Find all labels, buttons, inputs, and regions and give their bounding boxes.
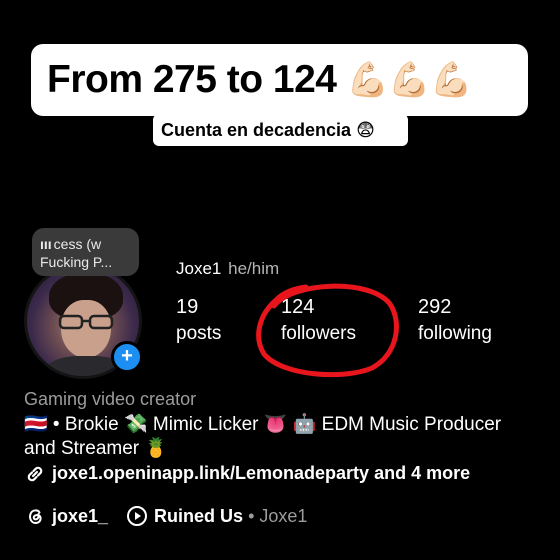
audio-bars-icon: ııı [40, 236, 52, 252]
glasses-shape [58, 314, 114, 330]
link-icon [27, 466, 43, 481]
profile-note-bubble[interactable]: ııı cess (w Fucking P... [32, 228, 139, 276]
username: Joxe1 [176, 259, 222, 278]
following-label: following [418, 323, 492, 344]
posts-label: posts [176, 323, 222, 344]
play-circle-icon [127, 506, 148, 526]
profile-link[interactable]: joxe1.openinapp.link/Lemonadeparty and 4… [24, 463, 470, 484]
threads-icon [29, 509, 42, 525]
subheadline-text: Cuenta en decadencia 😨 [161, 119, 375, 140]
headline-text: From 275 to 124 [47, 58, 337, 101]
following-stat[interactable]: 292 following [418, 295, 492, 349]
posts-stat[interactable]: 19 posts [176, 295, 221, 349]
following-count: 292 [418, 296, 452, 318]
flexed-biceps-emoji: 💪🏻💪🏻💪🏻 [346, 61, 472, 99]
music-separator: • [248, 505, 255, 526]
plus-icon[interactable]: + [111, 341, 143, 373]
music-title: Ruined Us [154, 505, 244, 526]
note-line-1: cess (w [53, 236, 102, 252]
link-text: joxe1.openinapp.link/Lemonadeparty and 4… [52, 463, 471, 483]
bio-line-2: and Streamer 🍍 [24, 438, 169, 459]
profile-bio: 🇨🇷 • Brokie 💸 Mimic Licker 👅 🤖 EDM Music… [24, 413, 544, 461]
red-circle-annotation [256, 283, 399, 378]
music-badge[interactable]: Ruined Us • Joxe1 [126, 505, 307, 527]
music-artist: Joxe1 [259, 505, 308, 526]
profile-badges-row: joxe1_ Ruined Us • Joxe1 [24, 505, 307, 527]
posts-count: 19 [176, 296, 199, 318]
threads-handle: joxe1_ [52, 505, 109, 526]
note-line-2: Fucking P... [40, 254, 113, 270]
profile-category: Gaming video creator [24, 389, 197, 409]
subheadline-banner: Cuenta en decadencia 😨 [153, 114, 408, 146]
headline-banner: From 275 to 124 💪🏻💪🏻💪🏻 [31, 44, 528, 116]
bio-line-1: 🇨🇷 • Brokie 💸 Mimic Licker 👅 🤖 EDM Music… [24, 414, 502, 435]
threads-badge[interactable]: joxe1_ [24, 505, 108, 527]
